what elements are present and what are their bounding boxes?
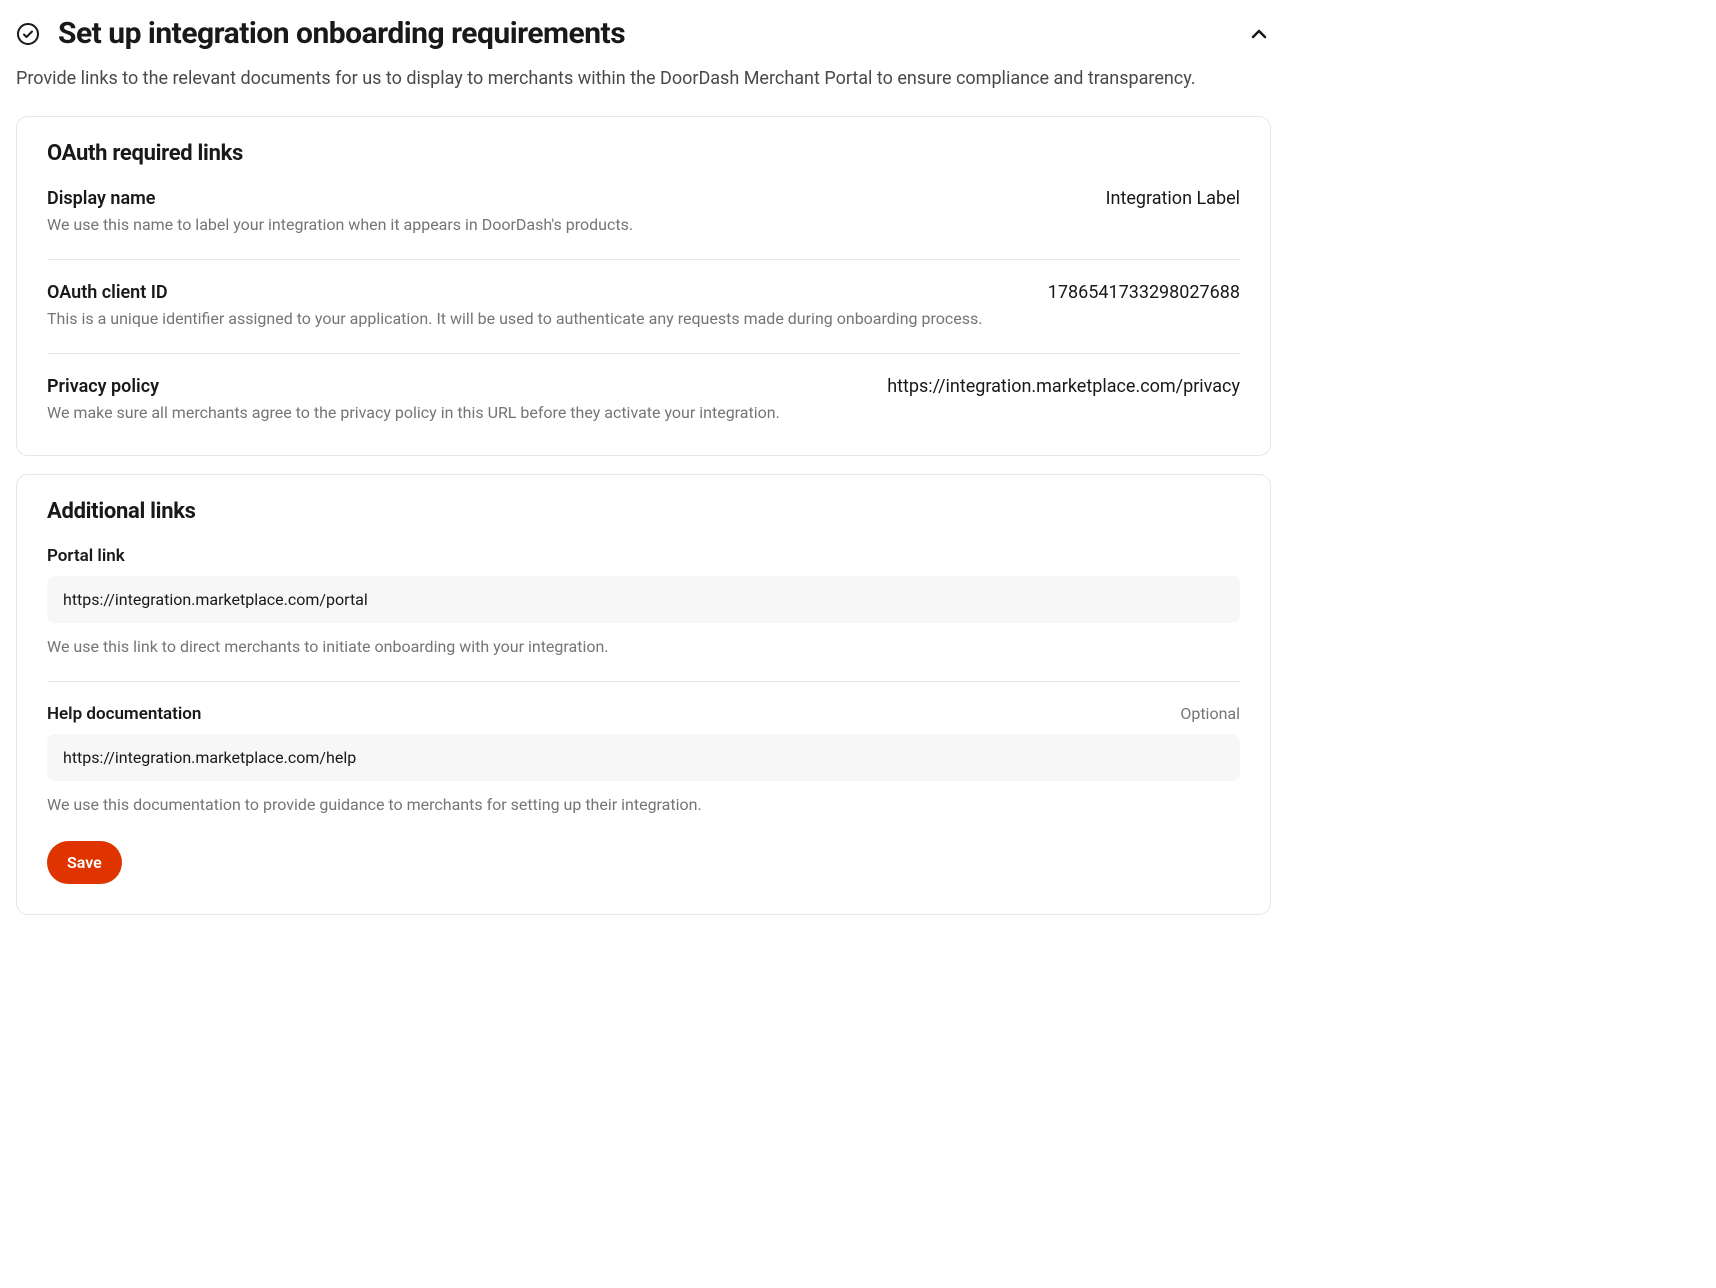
portal-link-input[interactable]: [47, 576, 1240, 623]
save-button[interactable]: Save: [47, 841, 122, 884]
portal-link-group: Portal link We use this link to direct m…: [47, 546, 1240, 659]
divider: [47, 259, 1240, 260]
additional-links-card: Additional links Portal link We use this…: [16, 474, 1271, 915]
check-circle-icon: [16, 22, 40, 46]
divider: [47, 353, 1240, 354]
client-id-value: 1786541733298027688: [1048, 282, 1240, 303]
chevron-up-icon[interactable]: [1247, 22, 1271, 46]
additional-card-title: Additional links: [47, 499, 1240, 524]
help-docs-input[interactable]: [47, 734, 1240, 781]
oauth-card-title: OAuth required links: [47, 141, 1240, 166]
header-row: Set up integration onboarding requiremen…: [16, 16, 1271, 51]
client-id-description: This is a unique identifier assigned to …: [47, 307, 1024, 331]
portal-link-label: Portal link: [47, 546, 125, 566]
display-name-row: Display name We use this name to label y…: [47, 188, 1240, 237]
page-header: Set up integration onboarding requiremen…: [16, 16, 1271, 92]
client-id-row: OAuth client ID This is a unique identif…: [47, 282, 1240, 331]
privacy-policy-label: Privacy policy: [47, 376, 863, 397]
privacy-policy-row: Privacy policy We make sure all merchant…: [47, 376, 1240, 425]
page-title: Set up integration onboarding requiremen…: [58, 16, 625, 51]
display-name-left: Display name We use this name to label y…: [47, 188, 1082, 237]
header-title-group: Set up integration onboarding requiremen…: [16, 16, 625, 51]
privacy-policy-value: https://integration.marketplace.com/priv…: [887, 376, 1240, 397]
privacy-policy-description: We make sure all merchants agree to the …: [47, 401, 863, 425]
help-docs-help: We use this documentation to provide gui…: [47, 793, 1240, 817]
display-name-value: Integration Label: [1106, 188, 1240, 209]
portal-link-help: We use this link to direct merchants to …: [47, 635, 1240, 659]
help-docs-label-row: Help documentation Optional: [47, 704, 1240, 724]
optional-tag: Optional: [1180, 704, 1240, 723]
privacy-policy-left: Privacy policy We make sure all merchant…: [47, 376, 863, 425]
client-id-left: OAuth client ID This is a unique identif…: [47, 282, 1024, 331]
client-id-label: OAuth client ID: [47, 282, 1024, 303]
portal-link-label-row: Portal link: [47, 546, 1240, 566]
page-description: Provide links to the relevant documents …: [16, 65, 1271, 92]
help-docs-label: Help documentation: [47, 704, 201, 724]
display-name-label: Display name: [47, 188, 1082, 209]
display-name-description: We use this name to label your integrati…: [47, 213, 1082, 237]
oauth-links-card: OAuth required links Display name We use…: [16, 116, 1271, 456]
help-docs-group: Help documentation Optional We use this …: [47, 704, 1240, 817]
divider: [47, 681, 1240, 682]
